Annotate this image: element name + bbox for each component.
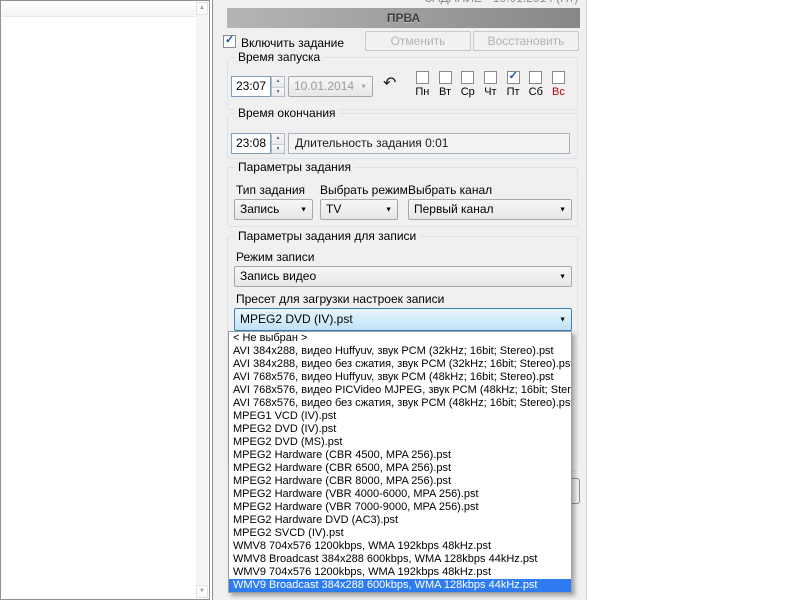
preset-option[interactable]: AVI 384x288, видео Huffyuv, звук PCM (32… [229, 345, 571, 358]
chevron-down-icon: ▼ [300, 206, 307, 213]
end-time-group-title: Время окончания [235, 107, 339, 120]
chevron-down-icon: ▼ [559, 316, 566, 323]
day-label-tue: Вт [439, 86, 451, 98]
day-label-mon: Пн [415, 86, 429, 98]
preset-option[interactable]: WMV9 Broadcast 384x288 600kbps, WMA 128k… [229, 579, 571, 592]
day-checkbox-thu[interactable] [484, 71, 497, 84]
start-date-select[interactable]: 10.01.2014 ▼ [288, 76, 373, 97]
preset-option[interactable]: MPEG2 Hardware (VBR 7000-9000, MPA 256).… [229, 501, 571, 514]
day-column-thu: Чт [479, 71, 502, 98]
preset-option[interactable]: WMV8 Broadcast 384x288 600kbps, WMA 128k… [229, 553, 571, 566]
day-checkbox-wed[interactable] [461, 71, 474, 84]
day-checkbox-fri[interactable]: ✓ [507, 71, 520, 84]
day-checkbox-tue[interactable] [439, 71, 452, 84]
preset-option[interactable]: WMV9 704x576 1200kbps, WMA 192kbps 48kHz… [229, 566, 571, 579]
day-label-thu: Чт [484, 86, 496, 98]
enable-task-label: Включить задание [241, 36, 344, 50]
task-type-select[interactable]: Запись ▼ [234, 199, 313, 220]
enable-task-checkbox[interactable]: ✓ [223, 35, 236, 48]
mode-select[interactable]: TV ▼ [320, 199, 398, 220]
channel-select[interactable]: Первый канал ▼ [408, 199, 572, 220]
spinner-up-icon[interactable]: ▲ [272, 134, 284, 144]
task-list-header [2, 2, 196, 17]
task-title-bar: ПРВА [227, 8, 580, 28]
day-column-tue: Вт [434, 71, 457, 98]
start-date-value: 10.01.2014 [294, 77, 356, 96]
day-checkbox-sun[interactable] [552, 71, 565, 84]
spinner-down-icon[interactable]: ▼ [272, 87, 284, 97]
day-checkbox-mon[interactable] [416, 71, 429, 84]
undo-button[interactable]: ↶ [383, 77, 396, 91]
chevron-down-icon: ▼ [559, 273, 566, 280]
day-column-sat: Сб [524, 71, 547, 98]
preset-option[interactable]: MPEG2 DVD (IV).pst [229, 423, 571, 436]
preset-option[interactable]: MPEG2 Hardware (CBR 6500, MPA 256).pst [229, 462, 571, 475]
preset-option[interactable]: AVI 768x576, видео без сжатия, звук PCM … [229, 397, 571, 410]
day-label-wed: Ср [461, 86, 475, 98]
task-params-group-title: Параметры задания [235, 161, 354, 174]
preset-dropdown-list[interactable]: < Не выбран >AVI 384x288, видео Huffyuv,… [228, 331, 572, 593]
clipped-task-summary: ЗАДАНИЕ - 10.01.2014 (Пт) [425, 0, 587, 6]
start-time-spinner[interactable]: ▲ ▼ [271, 76, 285, 97]
scroll-down-button[interactable]: ▼ [196, 585, 208, 598]
task-params-group: Параметры задания Тип задания Выбрать ре… [227, 167, 578, 227]
start-time-group: Время запуска 23:07 ▲ ▼ 10.01.2014 ▼ ↶ П… [227, 57, 578, 110]
end-time-group: Время окончания 23:08 ▲ ▼ Длительность з… [227, 113, 578, 159]
day-label-fri: Пт [507, 86, 520, 98]
chevron-down-icon: ▼ [360, 83, 367, 90]
cancel-button[interactable]: Отменить [365, 31, 471, 51]
day-column-fri: ✓ Пт [502, 71, 525, 98]
task-editor-panel: ЗАДАНИЕ - 10.01.2014 (Пт) ПРВА ✓ Включит… [212, 0, 587, 600]
spinner-down-icon[interactable]: ▼ [272, 144, 284, 154]
day-label-sat: Сб [529, 86, 543, 98]
preset-option[interactable]: < Не выбран > [229, 332, 571, 345]
preset-option[interactable]: MPEG2 DVD (MS).pst [229, 436, 571, 449]
day-column-sun: Вс [547, 71, 570, 98]
preset-option[interactable]: WMV8 704x576 1200kbps, WMA 192kbps 48kHz… [229, 540, 571, 553]
start-time-group-title: Время запуска [235, 51, 323, 64]
preset-option[interactable]: MPEG2 Hardware DVD (AC3).pst [229, 514, 571, 527]
preset-option[interactable]: MPEG2 Hardware (CBR 4500, MPA 256).pst [229, 449, 571, 462]
record-mode-label: Режим записи [236, 250, 314, 264]
restore-button[interactable]: Восстановить [473, 31, 579, 51]
task-list-panel: ▲ ▼ [0, 0, 210, 600]
start-time-input[interactable]: 23:07 [231, 76, 271, 97]
preset-label: Пресет для загрузки настроек записи [236, 292, 444, 306]
preset-option[interactable]: MPEG2 Hardware (CBR 8000, MPA 256).pst [229, 475, 571, 488]
chevron-down-icon: ▼ [385, 206, 392, 213]
preset-option[interactable]: MPEG2 SVCD (IV).pst [229, 527, 571, 540]
preset-option[interactable]: MPEG1 VCD (IV).pst [229, 410, 571, 423]
record-mode-select[interactable]: Запись видео ▼ [234, 266, 572, 287]
duration-field: Длительность задания 0:01 [288, 133, 570, 154]
channel-label: Выбрать канал [408, 183, 492, 197]
day-column-wed: Ср [456, 71, 479, 98]
spinner-up-icon[interactable]: ▲ [272, 77, 284, 87]
preset-option[interactable]: AVI 384x288, видео без сжатия, звук PCM … [229, 358, 571, 371]
preset-option[interactable]: MPEG2 Hardware (VBR 4000-6000, MPA 256).… [229, 488, 571, 501]
weekday-checkboxes: Пн Вт Ср Чт ✓ Пт [411, 71, 573, 98]
chevron-down-icon: ▼ [559, 206, 566, 213]
app-window: ▲ ▼ ЗАДАНИЕ - 10.01.2014 (Пт) ПРВА ✓ Вкл… [0, 0, 800, 600]
end-time-spinner[interactable]: ▲ ▼ [271, 133, 285, 154]
preset-option[interactable]: AVI 768x576, видео PICVideo MJPEG, звук … [229, 384, 571, 397]
task-list-scrollbar[interactable]: ▲ ▼ [196, 2, 208, 598]
end-time-input[interactable]: 23:08 [231, 133, 271, 154]
checkmark-icon: ✓ [225, 33, 234, 46]
preset-select[interactable]: MPEG2 DVD (IV).pst ▼ [234, 308, 572, 331]
preset-option[interactable]: AVI 768x576, видео Huffyuv, звук PCM (48… [229, 371, 571, 384]
scroll-up-button[interactable]: ▲ [196, 2, 208, 15]
record-params-group-title: Параметры задания для записи [235, 230, 419, 243]
task-type-label: Тип задания [236, 183, 305, 197]
day-label-sun: Вс [552, 86, 565, 98]
day-checkbox-sat[interactable] [529, 71, 542, 84]
mode-label: Выбрать режим [320, 183, 408, 197]
day-column-mon: Пн [411, 71, 434, 98]
